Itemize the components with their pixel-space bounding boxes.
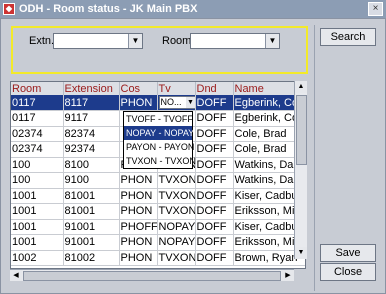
extn-field[interactable]: ▼: [53, 33, 143, 49]
cell-tv[interactable]: NOPAY: [157, 234, 196, 251]
cell-room[interactable]: 02374: [11, 126, 64, 142]
grid-header-row: Room Extension Cos Tv Dnd Name: [11, 82, 305, 95]
col-header-extension[interactable]: Extension: [63, 82, 120, 95]
table-row[interactable]: 0117 8117 PHON NO... ▼ DOFF Egberink, Coen: [11, 95, 305, 111]
table-row[interactable]: 1001 81001 PHON TVXON DOFF Kiser, Cadbury: [11, 188, 305, 204]
cell-extension[interactable]: 91001: [63, 234, 120, 251]
cell-room[interactable]: 1001: [11, 188, 64, 204]
cell-extension[interactable]: 82374: [63, 126, 120, 142]
col-header-dnd[interactable]: Dnd: [195, 82, 234, 95]
table-row[interactable]: 1002 81002 PHON TVXON DOFF Brown, Ryan: [11, 250, 305, 266]
cell-room[interactable]: 1001: [11, 203, 64, 220]
cell-dnd[interactable]: DOFF: [195, 126, 234, 142]
table-row[interactable]: 1001 91001 PHOFF NOPAY DOFF Kiser, Cadbury: [11, 219, 305, 235]
room-status-grid: Room Extension Cos Tv Dnd Name 0117 8117 P…: [10, 81, 306, 269]
cell-cos[interactable]: PHON: [119, 172, 158, 189]
cell-tv[interactable]: NO... ▼: [157, 95, 196, 111]
cell-dnd[interactable]: DOFF: [195, 188, 234, 204]
tv-dropdown-list: TVOFF - TVOFF NOPAY - NOPAY PAYON - PAYON T…: [123, 111, 196, 169]
cell-dnd[interactable]: DOFF: [195, 203, 234, 220]
scroll-left-icon[interactable]: ◀: [10, 270, 22, 281]
room-label: Room: [162, 35, 192, 47]
cell-extension[interactable]: 8117: [63, 95, 120, 111]
horizontal-scrollbar[interactable]: ◀ ▶: [10, 269, 294, 281]
tv-option[interactable]: TVOFF - TVOFF: [124, 112, 193, 126]
cell-cos[interactable]: PHON: [119, 250, 158, 266]
cell-cos[interactable]: PHON: [119, 95, 158, 111]
cell-extension[interactable]: 92374: [63, 141, 120, 158]
cell-extension[interactable]: 81001: [63, 188, 120, 204]
cell-dnd[interactable]: DOFF: [195, 95, 234, 111]
cell-cos[interactable]: PHON: [119, 203, 158, 220]
save-button[interactable]: Save: [320, 244, 376, 262]
cell-tv[interactable]: TVXON: [157, 188, 196, 204]
chevron-down-icon[interactable]: ▼: [185, 97, 194, 108]
cell-dnd[interactable]: DOFF: [195, 172, 234, 189]
close-button[interactable]: Close: [320, 263, 376, 281]
cell-room[interactable]: 0117: [11, 110, 64, 127]
cell-room[interactable]: 100: [11, 157, 64, 173]
cell-dnd[interactable]: DOFF: [195, 141, 234, 158]
window-title: ODH - Room status - JK Main PBX: [19, 3, 198, 15]
room-field[interactable]: ▼: [190, 33, 280, 49]
cell-extension[interactable]: 81002: [63, 250, 120, 266]
app-icon: ◆: [3, 3, 15, 15]
cell-extension[interactable]: 8100: [63, 157, 120, 173]
table-row[interactable]: 100 9100 PHON TVXON DOFF Watkins, Dan: [11, 172, 305, 189]
cell-tv[interactable]: TVXON: [157, 203, 196, 220]
table-row[interactable]: 100191001PHONNOPAYDOFFEriksson, Mimmi: [11, 234, 305, 251]
extn-label: Extn.: [29, 35, 55, 47]
extn-dropdown-icon[interactable]: ▼: [128, 34, 142, 48]
cell-cos[interactable]: PHON: [119, 234, 158, 251]
window-close-button[interactable]: ×: [368, 2, 383, 16]
cell-room[interactable]: 1001: [11, 219, 64, 235]
tv-select-value: NO...: [160, 97, 182, 107]
title-bar: ◆ ODH - Room status - JK Main PBX ×: [0, 0, 386, 18]
cell-extension[interactable]: 9100: [63, 172, 120, 189]
cell-tv[interactable]: TVXON: [157, 250, 196, 266]
tv-select[interactable]: NO... ▼: [158, 96, 194, 109]
cell-extension[interactable]: 9117: [63, 110, 120, 127]
cell-dnd[interactable]: DOFF: [195, 110, 234, 127]
horizontal-scroll-thumb[interactable]: [23, 271, 281, 281]
cell-room[interactable]: 100: [11, 172, 64, 189]
tv-option[interactable]: NOPAY - NOPAY: [124, 126, 194, 140]
tv-option[interactable]: PAYON - PAYON: [124, 140, 194, 154]
vertical-scroll-thumb[interactable]: [296, 95, 307, 165]
table-row[interactable]: 100181001PHONTVXONDOFFEriksson, Mimmi: [11, 203, 305, 220]
col-header-cos[interactable]: Cos: [119, 82, 158, 95]
cell-dnd[interactable]: DOFF: [195, 234, 234, 251]
col-header-tv[interactable]: Tv: [157, 82, 196, 95]
cell-room[interactable]: 1001: [11, 234, 64, 251]
cell-extension[interactable]: 91001: [63, 219, 120, 235]
scroll-up-icon[interactable]: ▲: [295, 81, 307, 93]
cell-dnd[interactable]: DOFF: [195, 157, 234, 173]
cell-tv[interactable]: NOPAY: [157, 219, 196, 235]
cell-cos[interactable]: PHOFF: [119, 219, 158, 235]
cell-room[interactable]: 1002: [11, 250, 64, 266]
filter-panel: Extn. ▼ Room ▼: [11, 26, 308, 74]
cell-room[interactable]: 02374: [11, 141, 64, 158]
cell-tv[interactable]: TVXON: [157, 172, 196, 189]
cell-dnd[interactable]: DOFF: [195, 219, 234, 235]
vertical-scrollbar[interactable]: ▲ ▼: [294, 81, 307, 259]
search-button[interactable]: Search: [320, 28, 376, 46]
cell-extension[interactable]: 81001: [63, 203, 120, 220]
scroll-right-icon[interactable]: ▶: [282, 270, 294, 281]
cell-cos[interactable]: PHON: [119, 188, 158, 204]
cell-dnd[interactable]: DOFF: [195, 250, 234, 266]
col-header-room[interactable]: Room: [11, 82, 64, 95]
cell-room[interactable]: 0117: [11, 95, 64, 111]
room-dropdown-icon[interactable]: ▼: [265, 34, 279, 48]
tv-option[interactable]: TVXON - TVXON: [124, 154, 196, 168]
scroll-down-icon[interactable]: ▼: [295, 247, 307, 259]
